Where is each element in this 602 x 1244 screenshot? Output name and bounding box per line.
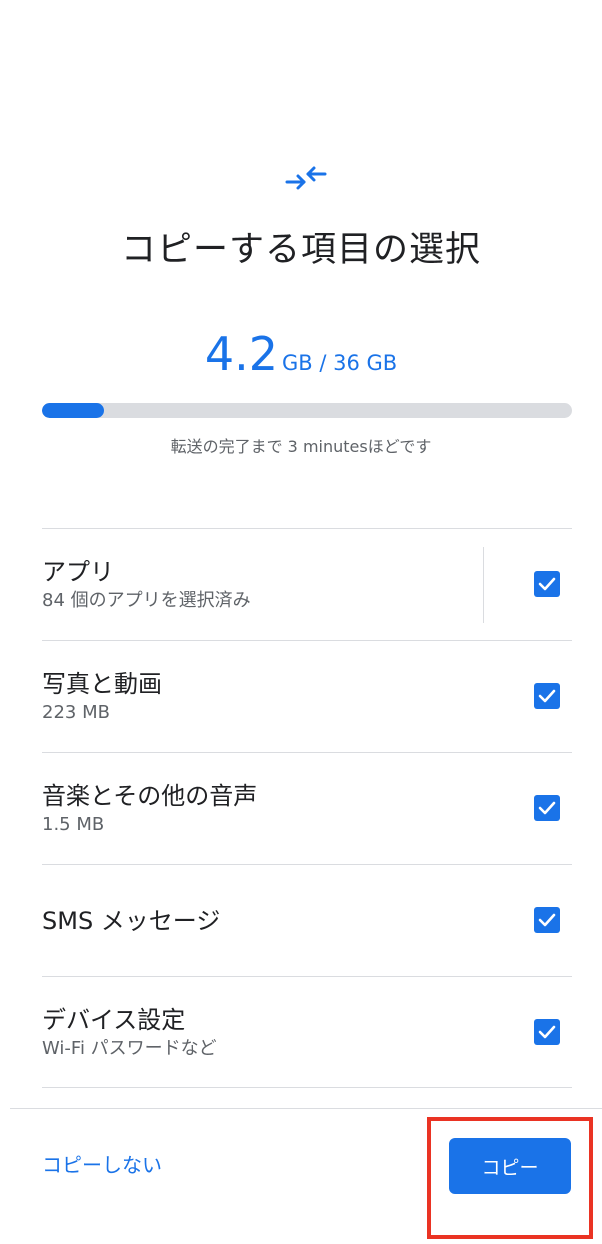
- list-item-apps[interactable]: アプリ 84 個のアプリを選択済み: [42, 528, 572, 640]
- checkbox-apps[interactable]: [534, 571, 560, 597]
- item-sub: Wi-Fi パスワードなど: [42, 1037, 217, 1059]
- storage-size: 4.2 GB / 36 GB: [0, 326, 602, 382]
- item-label: 音楽とその他の音声: [42, 781, 258, 810]
- item-label: デバイス設定: [42, 1005, 186, 1034]
- list-item-music-audio[interactable]: 音楽とその他の音声 1.5 MB: [42, 752, 572, 864]
- checkmark-icon: [538, 1025, 556, 1039]
- checkbox-photos-videos[interactable]: [534, 683, 560, 709]
- checkbox-sms[interactable]: [534, 907, 560, 933]
- checkmark-icon: [538, 913, 556, 927]
- eta-text: 転送の完了まで 3 minutesほどです: [170, 437, 432, 456]
- footer-divider: [10, 1108, 602, 1109]
- item-label: アプリ: [42, 557, 114, 586]
- item-sub: 84 個のアプリを選択済み: [42, 589, 251, 611]
- storage-total: GB / 36 GB: [281, 351, 398, 375]
- list-item-device-settings[interactable]: デバイス設定 Wi-Fi パスワードなど: [42, 976, 572, 1088]
- item-sub: 223 MB: [42, 701, 110, 723]
- checkmark-icon: [538, 801, 556, 815]
- item-divider: [483, 547, 484, 623]
- transfer-arrows-icon: [285, 166, 327, 190]
- item-label: SMS メッセージ: [42, 906, 221, 935]
- storage-used: 4.2: [204, 327, 278, 381]
- progress-bar: [42, 403, 572, 418]
- copy-button[interactable]: コピー: [449, 1138, 571, 1194]
- checkmark-icon: [538, 689, 556, 703]
- checkmark-icon: [538, 577, 556, 591]
- checkbox-music-audio[interactable]: [534, 795, 560, 821]
- skip-copy-button[interactable]: コピーしない: [42, 1150, 162, 1180]
- list-item-photos-videos[interactable]: 写真と動画 223 MB: [42, 640, 572, 752]
- page-title: コピーする項目の選択: [120, 230, 481, 270]
- list-item-sms[interactable]: SMS メッセージ: [42, 864, 572, 976]
- item-label: 写真と動画: [42, 669, 162, 698]
- item-list: アプリ 84 個のアプリを選択済み 写真と動画 223 MB 音楽とその他の音声…: [42, 528, 572, 1088]
- checkbox-device-settings[interactable]: [534, 1019, 560, 1045]
- progress-fill: [42, 403, 104, 418]
- item-sub: 1.5 MB: [42, 813, 105, 835]
